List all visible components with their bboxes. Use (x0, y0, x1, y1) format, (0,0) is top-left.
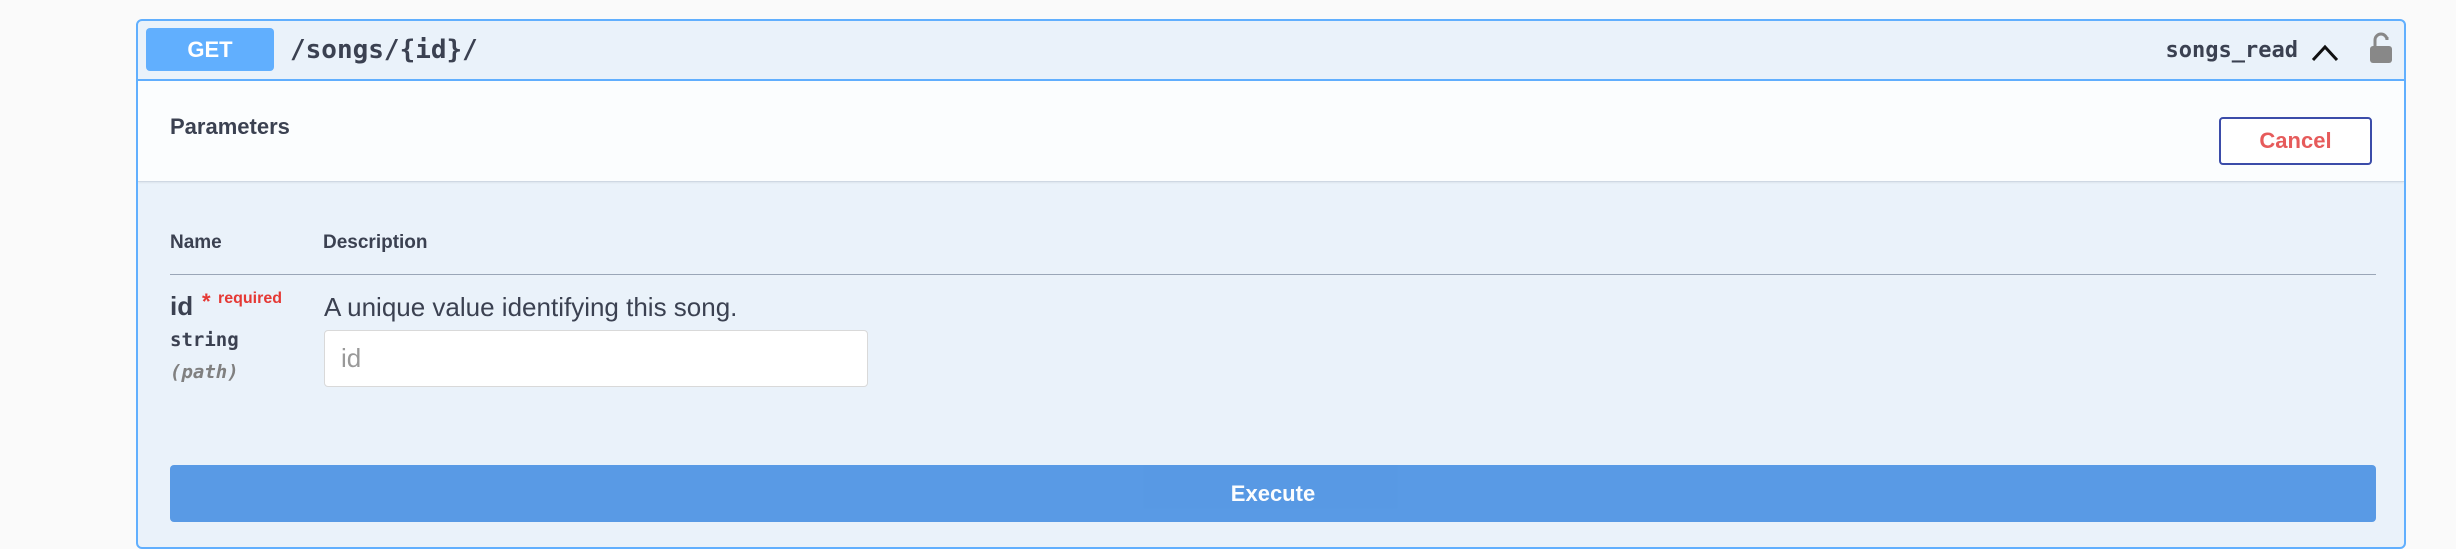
parameters-header: Parameters Cancel (138, 81, 2404, 182)
http-method-badge: GET (146, 28, 274, 71)
column-header-description: Description (323, 232, 428, 253)
parameter-name: id (170, 291, 194, 321)
execute-button[interactable]: Execute (170, 465, 2376, 522)
id-input[interactable] (324, 330, 868, 387)
operation-summary[interactable]: GET /songs/{id}/ songs_read (138, 21, 2404, 81)
operation-id: songs_read (2165, 38, 2298, 63)
parameter-description: A unique value identifying this song. (324, 292, 738, 322)
parameters-table-header: Name Description (170, 231, 2376, 275)
cancel-button[interactable]: Cancel (2219, 117, 2372, 165)
operation-block-songs-read: GET /songs/{id}/ songs_read Parameters C… (136, 19, 2406, 549)
parameter-location: (path) (170, 361, 239, 383)
required-asterisk: * (202, 289, 211, 314)
endpoint-path: /songs/{id}/ (290, 35, 478, 65)
required-label: required (218, 290, 283, 307)
chevron-up-icon[interactable] (2310, 38, 2340, 68)
unlocked-padlock-icon[interactable] (2368, 32, 2394, 64)
column-header-name: Name (170, 232, 222, 253)
parameter-type: string (170, 329, 239, 351)
parameters-title: Parameters (170, 114, 290, 139)
